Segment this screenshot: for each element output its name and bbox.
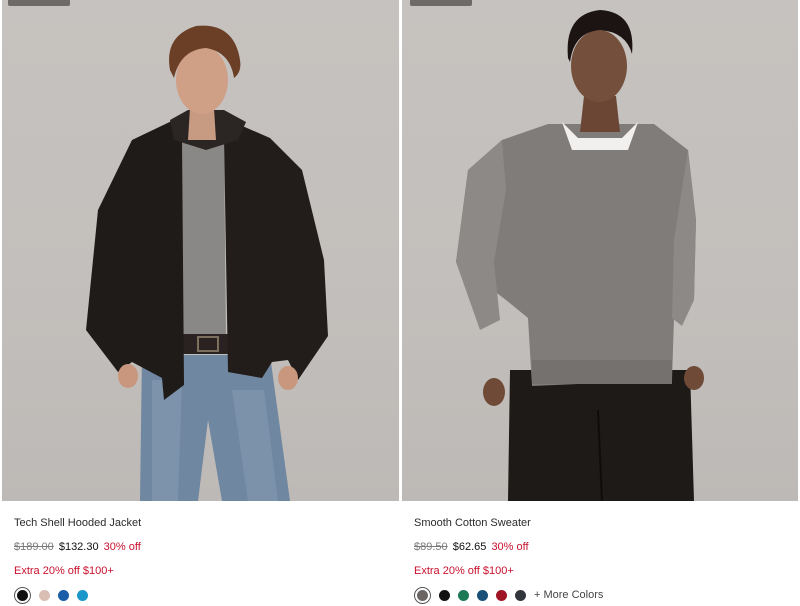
color-swatches [14, 587, 88, 603]
color-swatch[interactable] [39, 589, 50, 601]
original-price: $189.00 [14, 541, 54, 553]
price-row: $189.00 $132.30 30% off [14, 541, 141, 553]
image-badge [410, 0, 472, 6]
color-swatches: + More Colors [414, 587, 603, 603]
model-photo-sweater [456, 10, 704, 501]
product-image-jacket[interactable] [2, 0, 399, 501]
product-image-sweater[interactable] [402, 0, 798, 501]
product-card-smooth-cotton-sweater: Smooth Cotton Sweater $89.50 $62.65 30% … [402, 0, 798, 606]
product-title[interactable]: Smooth Cotton Sweater [414, 517, 531, 529]
color-swatch[interactable] [77, 589, 88, 601]
color-swatch[interactable] [515, 589, 526, 601]
color-swatch[interactable] [58, 589, 69, 601]
original-price: $89.50 [414, 541, 448, 553]
color-swatch[interactable] [417, 589, 428, 601]
color-swatch[interactable] [458, 589, 469, 601]
discount-label: 30% off [491, 541, 529, 553]
color-swatch[interactable] [17, 589, 28, 601]
price-row: $89.50 $62.65 30% off [414, 541, 529, 553]
discount-label: 30% off [103, 541, 141, 553]
product-grid: Tech Shell Hooded Jacket $189.00 $132.30… [0, 0, 800, 606]
sale-price: $132.30 [58, 541, 99, 553]
color-swatch[interactable] [496, 589, 507, 601]
sale-price: $62.65 [452, 541, 487, 553]
color-swatch[interactable] [439, 589, 450, 601]
more-colors-link[interactable]: + More Colors [534, 589, 603, 601]
model-photo-jacket [86, 25, 328, 501]
color-swatch[interactable] [477, 589, 488, 601]
promo-label: Extra 20% off $100+ [14, 565, 114, 577]
product-card-tech-shell-hooded-jacket: Tech Shell Hooded Jacket $189.00 $132.30… [2, 0, 399, 606]
promo-label: Extra 20% off $100+ [414, 565, 514, 577]
product-info: Smooth Cotton Sweater $89.50 $62.65 30% … [402, 501, 798, 606]
product-info: Tech Shell Hooded Jacket $189.00 $132.30… [2, 501, 399, 606]
product-title[interactable]: Tech Shell Hooded Jacket [14, 517, 141, 529]
image-badge [8, 0, 70, 6]
